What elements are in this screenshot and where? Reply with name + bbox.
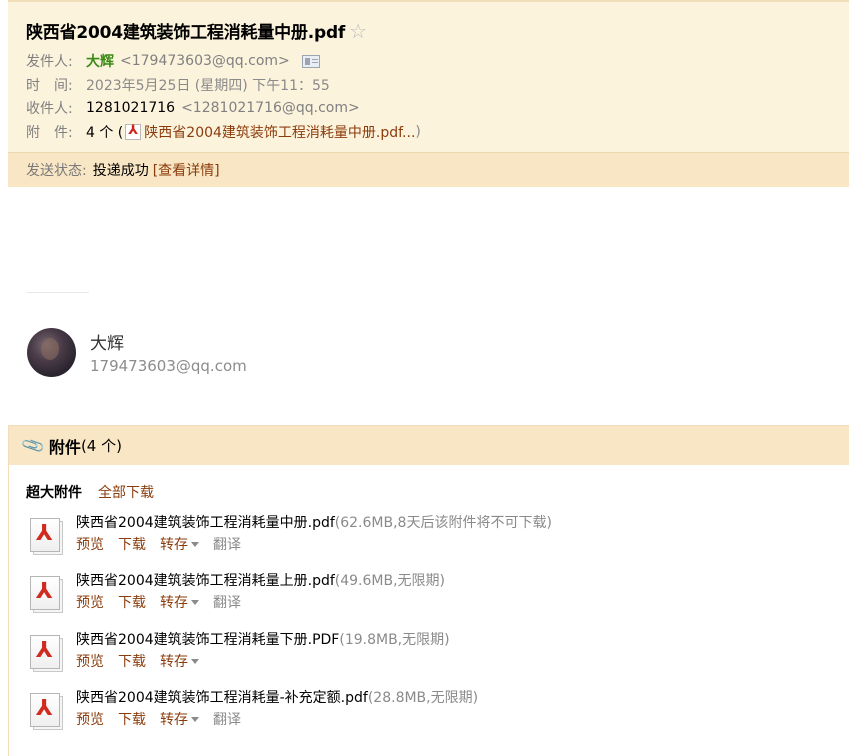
attachments-title: 附件	[48, 437, 81, 457]
star-icon[interactable]: ☆	[349, 21, 367, 41]
send-status-value: 投递成功	[92, 163, 149, 179]
time-value: 2023年5月25日 (星期四) 下午11：55	[86, 78, 330, 94]
contact-card-icon[interactable]	[301, 54, 320, 68]
signature-email: 179473603@qq.com	[90, 357, 247, 375]
recipient-label: 收件人:	[26, 101, 73, 117]
download-link[interactable]: 下载	[118, 651, 146, 671]
attachment-item: ⅄ 陕西省2004建筑装饰工程消耗量-补充定额.pdf(28.8MB,无限期) 预览…	[26, 687, 826, 737]
attachment-actions: 预览 下载 转存 翻译	[76, 534, 241, 554]
forward-dropdown[interactable]: 转存	[160, 534, 199, 554]
download-link[interactable]: 下载	[118, 709, 146, 729]
download-link[interactable]: 下载	[118, 592, 146, 612]
attachment-name[interactable]: 陕西省2004建筑装饰工程消耗量上册.pdf	[76, 573, 335, 589]
attachment-info: (49.6MB,无限期)	[334, 573, 446, 589]
attachment-row: 附 件: 4 个 ( 陕西省2004建筑装饰工程消耗量中册.pdf... )	[26, 122, 421, 142]
time-row: 时 间: 2023年5月25日 (星期四) 下午11：55	[26, 75, 330, 95]
avatar[interactable]	[27, 328, 76, 377]
attachment-filename[interactable]: 陕西省2004建筑装饰工程消耗量下册.PDF(19.8MB,无限期)	[76, 629, 450, 649]
recipient-email: <1281021716@qq.com>	[181, 100, 360, 116]
translate-link[interactable]: 翻译	[213, 592, 241, 612]
attachments-count: (4 个)	[80, 437, 122, 455]
preview-link[interactable]: 预览	[76, 592, 104, 612]
large-attachment-label: 超大附件	[26, 485, 82, 501]
attachment-link[interactable]: 陕西省2004建筑装饰工程消耗量中册.pdf...	[144, 122, 415, 142]
pdf-file-icon[interactable]: ⅄	[28, 576, 64, 613]
forward-dropdown[interactable]: 转存	[160, 592, 199, 612]
translate-link[interactable]: 翻译	[213, 534, 241, 554]
preview-link[interactable]: 预览	[76, 709, 104, 729]
attachment-info: (28.8MB,无限期)	[367, 690, 479, 706]
attachment-filename[interactable]: 陕西省2004建筑装饰工程消耗量上册.pdf(49.6MB,无限期)	[76, 570, 445, 590]
download-all-link[interactable]: 全部下载	[98, 482, 154, 502]
attachment-name[interactable]: 陕西省2004建筑装饰工程消耗量中册.pdf	[76, 515, 335, 531]
pdf-file-icon[interactable]: ⅄	[28, 635, 64, 672]
mail-subject: 陕西省2004建筑装饰工程消耗量中册.pdf	[26, 23, 346, 43]
forward-dropdown[interactable]: 转存	[160, 709, 199, 729]
attachment-actions: 预览 下载 转存 翻译	[76, 709, 241, 729]
sender-name[interactable]: 大辉	[86, 51, 114, 71]
subject-row: 陕西省2004建筑装饰工程消耗量中册.pdf ☆	[26, 18, 367, 44]
pdf-file-icon[interactable]: ⅄	[28, 518, 64, 555]
attachment-item: ⅄ 陕西省2004建筑装饰工程消耗量中册.pdf(62.6MB,8天后该附件将不可…	[26, 512, 826, 562]
translate-link[interactable]: 翻译	[213, 709, 241, 729]
attachment-close: )	[415, 124, 421, 140]
attachments-subheader: 超大附件 全部下载	[26, 482, 154, 502]
mail-header: 陕西省2004建筑装饰工程消耗量中册.pdf ☆ 发件人: 大辉 <179473…	[8, 0, 849, 187]
sender-row: 发件人: 大辉 <179473603@qq.com>	[26, 51, 320, 71]
recipient-row: 收件人: 1281021716 <1281021716@qq.com>	[26, 98, 360, 118]
attachments-header: 📎 附件 (4 个)	[9, 426, 849, 465]
preview-link[interactable]: 预览	[76, 534, 104, 554]
attachment-name[interactable]: 陕西省2004建筑装饰工程消耗量-补充定额.pdf	[76, 690, 368, 706]
preview-link[interactable]: 预览	[76, 651, 104, 671]
attachments-panel: 📎 附件 (4 个) 超大附件 全部下载 ⅄ 陕西省2004建筑装饰工程消耗量中册…	[8, 425, 849, 756]
sender-label: 发件人:	[26, 54, 73, 70]
pdf-icon	[125, 123, 142, 140]
attachment-label: 附 件:	[26, 125, 73, 141]
signature-name: 大辉	[90, 334, 124, 354]
download-link[interactable]: 下载	[118, 534, 146, 554]
attachment-name[interactable]: 陕西省2004建筑装饰工程消耗量下册.PDF	[76, 632, 339, 648]
attachment-item: ⅄ 陕西省2004建筑装饰工程消耗量下册.PDF(19.8MB,无限期) 预览 下载转…	[26, 629, 826, 679]
time-label: 时 间:	[26, 78, 73, 94]
pdf-file-icon[interactable]: ⅄	[28, 693, 64, 730]
send-status-bar: 发送状态: 投递成功 [查看详情]	[8, 152, 849, 187]
attachment-info: (19.8MB,无限期)	[339, 632, 450, 648]
view-details-link[interactable]: [查看详情]	[153, 160, 220, 180]
attachment-item: ⅄ 陕西省2004建筑装饰工程消耗量上册.pdf(49.6MB,无限期) 预览 下载转…	[26, 570, 826, 620]
recipient-name[interactable]: 1281021716	[86, 100, 175, 116]
sender-email: <179473603@qq.com>	[120, 53, 290, 69]
attachment-filename[interactable]: 陕西省2004建筑装饰工程消耗量中册.pdf(62.6MB,8天后该附件将不可下…	[76, 512, 552, 532]
attachment-info: (62.6MB,8天后该附件将不可下载)	[334, 515, 552, 531]
signature-divider	[26, 292, 89, 293]
send-status-label: 发送状态:	[26, 163, 87, 179]
attachment-count: 4 个 (	[86, 125, 124, 141]
attachment-filename[interactable]: 陕西省2004建筑装饰工程消耗量-补充定额.pdf(28.8MB,无限期)	[76, 687, 478, 707]
attachment-actions: 预览 下载 转存 翻译	[76, 592, 241, 612]
attachment-actions: 预览 下载 转存	[76, 651, 213, 671]
paperclip-icon: 📎	[19, 432, 47, 459]
forward-dropdown[interactable]: 转存	[160, 651, 199, 671]
